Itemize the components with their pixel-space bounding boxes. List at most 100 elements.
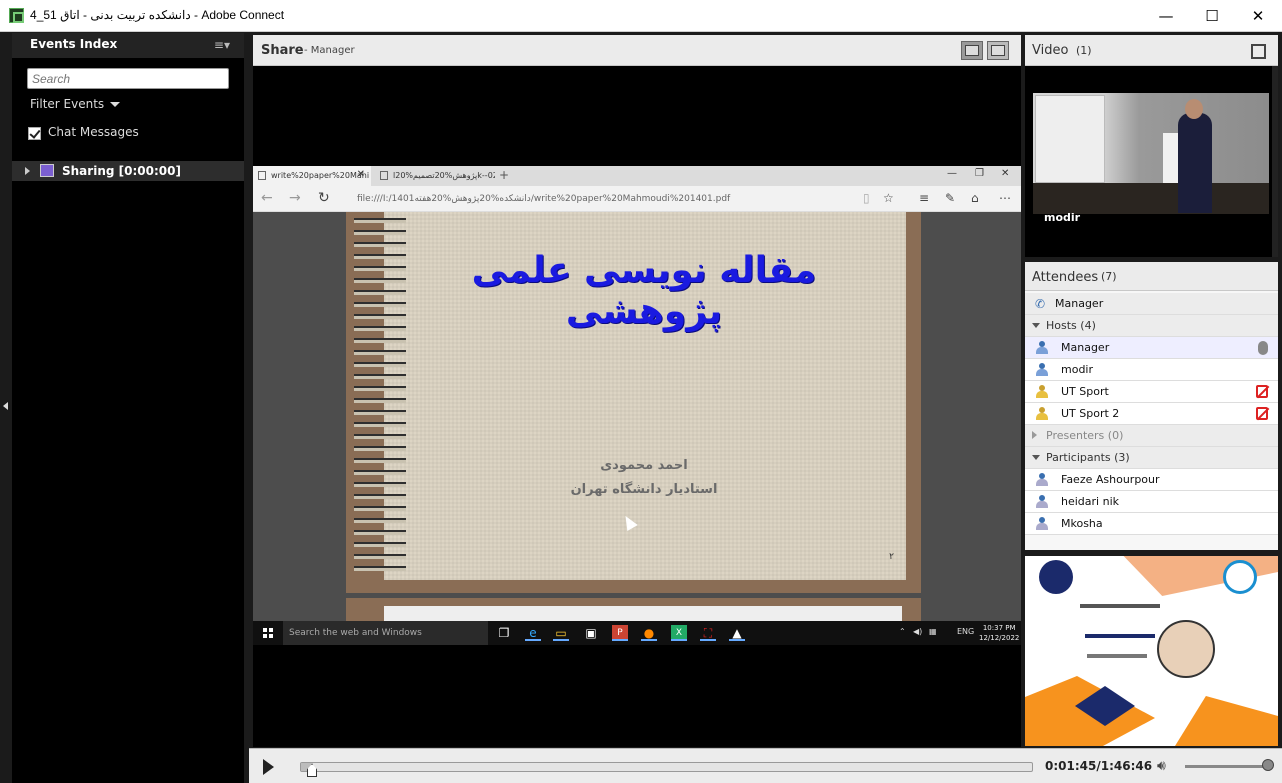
task-view-icon[interactable]: ❐ xyxy=(496,625,512,641)
more-icon[interactable]: ⋯ xyxy=(999,191,1011,205)
presenter-row[interactable]: ✆ Manager xyxy=(1025,293,1278,315)
volume-tray-icon[interactable]: ◀) xyxy=(913,627,922,636)
reading-view-icon[interactable]: ▯ xyxy=(863,191,870,205)
tray-up-icon[interactable]: ⌃ xyxy=(899,627,906,636)
powerpoint-icon[interactable]: P xyxy=(612,625,628,641)
volume-slider[interactable] xyxy=(1185,765,1270,768)
collapse-arrow-icon[interactable] xyxy=(1032,455,1040,460)
attendee-row[interactable]: Manager xyxy=(1025,337,1278,359)
collapse-arrow-icon[interactable] xyxy=(1032,323,1040,328)
minimize-button[interactable]: — xyxy=(1143,4,1189,28)
window-titlebar: دانشکده تربیت بدنی - اتاق 51_4 - Adobe C… xyxy=(0,0,1282,32)
browser-tab-1[interactable]: write%20paper%20Mahi ✕ xyxy=(253,166,371,186)
favorite-star-icon[interactable]: ☆ xyxy=(883,191,894,205)
sharing-event-row[interactable]: Sharing [0:00:00] xyxy=(12,161,244,181)
store-icon[interactable]: ▣ xyxy=(583,625,599,641)
taskbar-clock[interactable]: 10:37 PM 12/12/2022 xyxy=(979,623,1019,643)
events-index-title: Events Index xyxy=(30,37,118,51)
view-mode-button-2[interactable] xyxy=(987,41,1009,60)
note-icon[interactable]: ✎ xyxy=(945,191,955,205)
attendee-row[interactable]: Faeze Ashourpour xyxy=(1025,469,1278,491)
network-tray-icon[interactable]: ▦ xyxy=(929,627,937,636)
shared-browser-window: write%20paper%20Mahi ✕ پژوهش%20تصمیم%20ا… xyxy=(253,166,1021,621)
url-field[interactable]: file:///I:/1401دانشکده%20پژوهش%20هفته/wr… xyxy=(357,194,730,204)
hosts-group[interactable]: Hosts (4) xyxy=(1025,315,1278,337)
windows-start-icon[interactable] xyxy=(263,628,273,638)
filter-events-dropdown[interactable]: Filter Events xyxy=(30,97,121,111)
webcam-off-icon xyxy=(1256,407,1268,420)
attendees-pod: Attendees (7) ✆ Manager Hosts (4) Manage… xyxy=(1025,262,1278,550)
webcam-label: modir xyxy=(1044,211,1081,224)
acrobat-icon[interactable]: ⛶ xyxy=(700,625,716,641)
monitor-icon xyxy=(965,45,979,56)
poster-logo-left xyxy=(1039,560,1073,594)
tab-label: write%20paper%20Mahi xyxy=(271,171,370,180)
language-indicator[interactable]: ENG xyxy=(957,627,974,636)
spiral-binding xyxy=(354,218,406,578)
attendee-row[interactable]: UT Sport 2 xyxy=(1025,403,1278,425)
new-tab-icon[interactable]: + xyxy=(499,168,509,182)
expand-arrow-icon[interactable] xyxy=(1032,431,1037,439)
back-icon[interactable]: ← xyxy=(261,190,273,206)
expand-arrow-icon[interactable] xyxy=(25,167,30,175)
attendee-row[interactable]: modir xyxy=(1025,359,1278,381)
attendee-row[interactable]: UT Sport xyxy=(1025,381,1278,403)
forward-icon[interactable]: → xyxy=(289,190,301,206)
photos-icon[interactable]: ▲ xyxy=(729,625,745,641)
projector-screen xyxy=(1035,95,1105,183)
chat-messages-checkbox[interactable] xyxy=(28,127,41,140)
search-input[interactable] xyxy=(27,68,229,89)
browser-close-icon[interactable]: ✕ xyxy=(1001,168,1009,179)
attendee-name: Manager xyxy=(1061,341,1110,354)
attendee-row[interactable]: Mkosha xyxy=(1025,513,1278,535)
edge-icon[interactable]: e xyxy=(525,625,541,641)
firefox-icon[interactable]: ● xyxy=(641,625,657,641)
browser-minimize-icon[interactable]: — xyxy=(947,168,957,179)
collapse-panel-arrow-icon[interactable] xyxy=(3,402,8,410)
next-slide xyxy=(384,606,902,621)
volume-handle[interactable] xyxy=(1262,759,1274,771)
attendee-row[interactable]: heidari nik xyxy=(1025,491,1278,513)
presenters-label: Presenters (0) xyxy=(1046,429,1124,442)
participants-label: Participants (3) xyxy=(1046,451,1130,464)
page-icon xyxy=(258,171,266,180)
chat-messages-label: Chat Messages xyxy=(48,125,139,139)
slide-affiliation: استادیار دانشگاه تهران xyxy=(570,482,718,497)
presenters-group[interactable]: Presenters (0) xyxy=(1025,425,1278,447)
participant-user-icon xyxy=(1035,495,1049,509)
microphone-icon xyxy=(1258,341,1268,355)
volume-icon[interactable]: 🔊︎ xyxy=(1157,758,1166,774)
host-user-icon xyxy=(1035,363,1049,377)
attendees-header: Attendees (7) xyxy=(1025,262,1278,291)
excel-icon[interactable]: X xyxy=(671,625,687,641)
refresh-icon[interactable]: ↻ xyxy=(318,190,330,206)
presenter-body xyxy=(1178,113,1212,213)
maximize-button[interactable]: ☐ xyxy=(1189,4,1235,28)
menu-icon[interactable]: ≡▾ xyxy=(214,38,230,52)
fullscreen-icon[interactable] xyxy=(1251,44,1266,59)
view-mode-button-1[interactable] xyxy=(961,41,983,60)
share-icon[interactable]: ⌂ xyxy=(971,191,979,205)
host-user-icon xyxy=(1035,385,1049,399)
host-user-icon xyxy=(1035,407,1049,421)
seek-bar[interactable] xyxy=(300,762,1033,772)
participants-group[interactable]: Participants (3) xyxy=(1025,447,1278,469)
pdf-viewer: مقاله نویسی علمی پژوهشی احمد محمودی استا… xyxy=(253,212,1021,621)
file-explorer-icon[interactable]: ▭ xyxy=(553,625,569,641)
attendee-name: Faeze Ashourpour xyxy=(1061,473,1160,486)
monitor-icon xyxy=(991,45,1005,56)
play-icon[interactable] xyxy=(263,759,274,775)
hub-icon[interactable]: ≡ xyxy=(919,191,929,205)
participant-user-icon xyxy=(1035,517,1049,531)
participant-user-icon xyxy=(1035,473,1049,487)
share-title: Share xyxy=(261,43,304,58)
browser-restore-icon[interactable]: ❐ xyxy=(975,168,984,179)
events-index-header: Events Index ≡▾ xyxy=(12,33,244,58)
browser-tab-2[interactable]: پژوهش%20تصمیم%20اk--02ی xyxy=(375,166,495,186)
taskbar-search[interactable]: Search the web and Windows xyxy=(283,621,488,645)
close-icon[interactable]: ✕ xyxy=(357,169,365,180)
video-scrollbar[interactable] xyxy=(1272,66,1278,257)
presenter-name: Manager xyxy=(1055,297,1104,310)
close-button[interactable]: ✕ xyxy=(1235,4,1281,28)
webcam-feed xyxy=(1033,93,1269,214)
